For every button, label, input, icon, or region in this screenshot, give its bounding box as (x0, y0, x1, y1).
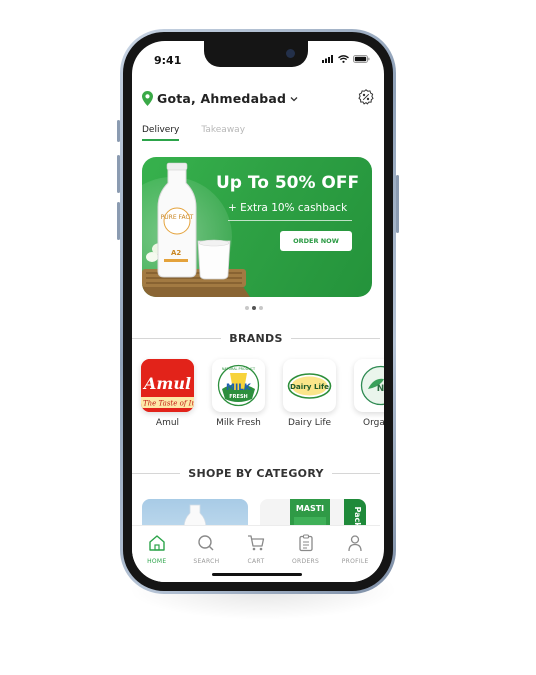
signal-icon (322, 55, 333, 63)
offers-button[interactable] (358, 89, 374, 109)
brand-label-amul: Amul (155, 418, 180, 428)
organic-logo-art: NA (360, 365, 384, 406)
order-mode-tabs: Delivery Takeaway (142, 125, 245, 141)
brand-amul[interactable]: Amul The Taste of India Amul (141, 359, 194, 428)
divider-right (331, 473, 380, 474)
svg-text:MILK: MILK (226, 383, 252, 393)
home-icon (149, 535, 165, 551)
carousel-dot-3[interactable] (259, 306, 263, 310)
svg-text:MASTI: MASTI (296, 504, 324, 513)
brand-label-organic: Organic (362, 418, 384, 428)
brand-label-milk-fresh: Milk Fresh (216, 418, 261, 428)
search-icon-wrap (184, 532, 228, 554)
nav-label-orders: ORDERS (292, 558, 320, 565)
mockup-stage: 9:41 Gota, Ahmedabad Delivery Takeaway P… (0, 0, 536, 675)
location-selector[interactable]: Gota, Ahmedabad (142, 91, 298, 106)
carousel-dot-2[interactable] (252, 306, 256, 310)
discount-badge-icon (358, 89, 374, 105)
tab-takeaway[interactable]: Takeaway (201, 125, 245, 141)
dairy-life-logo: Dairy Life (283, 359, 336, 412)
app-screen: 9:41 Gota, Ahmedabad Delivery Takeaway P… (132, 41, 384, 582)
brand-label-dairy-life: Dairy Life (287, 418, 332, 428)
search-icon (198, 535, 214, 551)
orders-icon-wrap (284, 532, 328, 554)
banner-title: Up To 50% OFF (216, 173, 360, 193)
divider-left (132, 338, 222, 339)
nav-label-search: SEARCH (193, 558, 220, 565)
organic-logo: NA (354, 359, 384, 412)
svg-text:The Taste of India: The Taste of India (143, 400, 194, 408)
power-button (396, 175, 399, 233)
carousel-dot-1[interactable] (245, 306, 249, 310)
amul-logo-art: Amul The Taste of India (141, 359, 194, 412)
brand-organic[interactable]: NA Organic (354, 359, 384, 428)
brand-milk-fresh[interactable]: MILK FRESH NATURAL PRODUCT Milk Fresh (212, 359, 265, 428)
order-now-button[interactable]: ORDER NOW (280, 231, 352, 251)
orders-icon (298, 534, 313, 552)
phone-frame: 9:41 Gota, Ahmedabad Delivery Takeaway P… (120, 29, 396, 594)
location-pin-icon (142, 91, 153, 106)
brand-dairy-life[interactable]: Dairy Life Dairy Life (283, 359, 336, 428)
milk-fresh-logo: MILK FRESH NATURAL PRODUCT (212, 359, 265, 412)
banner-subtitle: + Extra 10% cashback (228, 202, 348, 214)
profile-icon-wrap (333, 532, 377, 554)
divider-right (290, 338, 380, 339)
nav-label-cart: CART (247, 558, 265, 565)
chevron-down-icon (290, 96, 298, 101)
status-time: 9:41 (154, 54, 182, 67)
front-camera (286, 49, 295, 58)
cart-icon-wrap (234, 532, 278, 554)
status-icons (322, 55, 370, 63)
banner-divider (228, 220, 352, 221)
cart-icon (247, 535, 265, 551)
bottle-grade-text: A2 (171, 249, 181, 257)
home-icon-wrap (135, 532, 179, 554)
brands-list: Amul The Taste of India Amul (141, 359, 384, 428)
wifi-icon (338, 55, 349, 63)
svg-text:NA: NA (377, 384, 384, 394)
svg-text:Amul: Amul (142, 374, 191, 393)
dairy-life-logo-art: Dairy Life (287, 373, 332, 399)
svg-text:NATURAL PRODUCT: NATURAL PRODUCT (222, 367, 256, 371)
profile-icon (348, 535, 362, 552)
category-title: SHOPE BY CATEGORY (188, 467, 324, 480)
home-indicator (212, 573, 302, 576)
nav-label-profile: PROFILE (341, 558, 369, 565)
bottle-brand-text: PURE FACT (161, 214, 194, 221)
nav-home[interactable]: HOME (135, 532, 179, 582)
category-header: SHOPE BY CATEGORY (132, 467, 380, 480)
promo-banner[interactable]: PURE FACT A2 Up To 50% OFF + Extra 10% c… (142, 157, 372, 297)
milk-fresh-logo-art: MILK FRESH NATURAL PRODUCT (217, 364, 260, 407)
svg-text:FRESH: FRESH (229, 394, 247, 400)
battery-icon (353, 55, 370, 63)
notch (204, 41, 308, 67)
brands-title: BRANDS (229, 332, 283, 345)
divider-left (132, 473, 181, 474)
nav-profile[interactable]: PROFILE (333, 532, 377, 582)
tab-delivery[interactable]: Delivery (142, 125, 180, 141)
svg-text:Dairy Life: Dairy Life (290, 382, 329, 391)
amul-logo: Amul The Taste of India (141, 359, 194, 412)
brands-header: BRANDS (132, 332, 380, 345)
nav-label-home: HOME (147, 558, 167, 565)
carousel-dots (245, 306, 263, 310)
location-name: Gota, Ahmedabad (157, 91, 287, 106)
